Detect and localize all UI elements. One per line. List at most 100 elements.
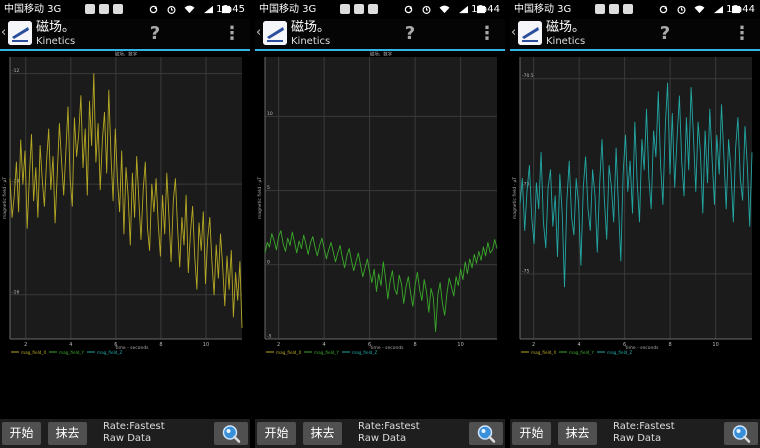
legend-label: mag_field_Y <box>314 350 340 355</box>
status-bar: 中国移动 3G 13:45 <box>0 0 250 19</box>
clock: 13:45 <box>216 4 245 15</box>
back-chevron-icon[interactable]: ‹ <box>511 26 516 39</box>
app-notification-icon <box>354 4 364 14</box>
legend-label: mag_field_Z <box>97 350 123 355</box>
bottom-bar: 开始 抹去 Rate:Fastest Raw Data <box>0 419 250 448</box>
zoom-button[interactable] <box>724 422 758 445</box>
app-subtitle: Kinetics <box>291 36 331 47</box>
app-notification-icon <box>85 4 95 14</box>
help-button[interactable]: ? <box>656 22 674 46</box>
x-tick-label: 10 <box>203 342 209 348</box>
carrier-label: 中国移动 3G <box>514 4 572 15</box>
erase-button[interactable]: 抹去 <box>558 422 597 445</box>
help-button[interactable]: ? <box>146 22 164 46</box>
status-bar: 中国移动 3G 13:44 <box>255 0 505 19</box>
x-tick-label: 4 <box>69 342 72 348</box>
magnifier-icon <box>732 425 751 443</box>
x-tick-label: 8 <box>669 342 672 348</box>
app-notification-icon <box>609 4 619 14</box>
action-bar: ‹ 磁场。 Kinetics ? ⋮ <box>510 19 760 51</box>
help-button[interactable]: ? <box>401 22 419 46</box>
legend-label: mag_field_Y <box>569 350 595 355</box>
start-button[interactable]: 开始 <box>257 422 296 445</box>
wifi-icon <box>184 5 195 13</box>
chart-area: 2 4 6 8 10 10 5 0 -5 磁场、数字 magnetic field - µT time… <box>255 51 505 358</box>
action-bar: ‹ 磁场。 Kinetics ? ⋮ <box>0 19 250 51</box>
wifi-icon <box>439 5 450 13</box>
app-title: 磁场。 <box>36 20 76 35</box>
x-tick-label: 2 <box>277 342 280 348</box>
rate-info: Rate:Fastest Raw Data <box>103 421 165 445</box>
screen-3: 中国移动 3G 13:44 ‹ 磁场。 Kinetics ? ⋮ 2 4 6 8 10-… <box>510 0 760 448</box>
y-tick-label: -12 <box>12 68 19 74</box>
rate-info: Rate:Fastest Raw Data <box>613 421 675 445</box>
y-tick-label: -75 <box>522 268 529 274</box>
rate-label: Rate:Fastest <box>613 421 675 432</box>
back-chevron-icon[interactable]: ‹ <box>256 26 261 39</box>
data-mode-label: Raw Data <box>358 433 407 444</box>
app-notification-icon <box>340 4 350 14</box>
y-tick-label: 10 <box>267 111 273 117</box>
magnifier-icon <box>477 425 496 443</box>
status-bar: 中国移动 3G 13:44 <box>510 0 760 19</box>
sync-icon <box>659 5 668 13</box>
app-logo[interactable] <box>8 21 32 45</box>
zoom-button[interactable] <box>214 422 248 445</box>
kinetics-logo-icon <box>8 21 32 45</box>
sync-icon <box>149 5 158 13</box>
bottom-bar: 开始 抹去 Rate:Fastest Raw Data <box>510 419 760 448</box>
x-tick-label: 10 <box>712 342 718 348</box>
app-notification-icon <box>368 4 378 14</box>
y-tick-label: 5 <box>267 185 270 191</box>
alarm-icon <box>677 5 686 14</box>
x-tick-label: 4 <box>578 342 581 348</box>
app-title: 磁场。 <box>291 20 331 35</box>
plot-background <box>265 57 497 339</box>
y-tick-label: -14 <box>12 179 19 185</box>
carrier-label: 中国移动 3G <box>259 4 317 15</box>
app-subtitle: Kinetics <box>36 36 76 47</box>
erase-button[interactable]: 抹去 <box>48 422 87 445</box>
legend-label: mag_field_X <box>531 350 557 355</box>
back-chevron-icon[interactable]: ‹ <box>1 26 6 39</box>
app-logo[interactable] <box>263 21 287 45</box>
action-bar: ‹ 磁场。 Kinetics ? ⋮ <box>255 19 505 51</box>
legend-label: mag_field_X <box>21 350 47 355</box>
legend-label: mag_field_Z <box>352 350 378 355</box>
overflow-menu-button[interactable]: ⋮ <box>478 22 496 46</box>
sync-icon <box>404 5 413 13</box>
alarm-icon <box>167 5 176 14</box>
start-button[interactable]: 开始 <box>2 422 41 445</box>
x-tick-label: 2 <box>24 342 27 348</box>
signal-icon <box>713 5 723 13</box>
wifi-icon <box>694 5 705 13</box>
start-button[interactable]: 开始 <box>512 422 551 445</box>
y-axis-label: magnetic field - µT <box>512 177 518 220</box>
magnetic-field-chart[interactable]: 2 4 6 8 10-12-14-16磁场、数字magnetic field - µTt… <box>0 51 250 358</box>
legend-label: mag_field_Y <box>59 350 85 355</box>
clock: 13:44 <box>471 4 500 15</box>
app-notification-icon <box>99 4 109 14</box>
y-tick-label: 0 <box>267 259 270 265</box>
app-title: 磁场。 <box>546 20 586 35</box>
x-tick-label: 4 <box>323 342 326 348</box>
zoom-button[interactable] <box>469 422 503 445</box>
carrier-label: 中国移动 3G <box>4 4 62 15</box>
magnetic-field-chart[interactable]: 2 4 6 8 10-70.5-73-75magnetic field - µTtime… <box>510 51 760 358</box>
rate-label: Rate:Fastest <box>103 421 165 432</box>
magnetic-field-chart[interactable]: 2 4 6 8 101050-5磁场、数字magnetic field - µTtime… <box>255 51 505 358</box>
erase-button[interactable]: 抹去 <box>303 422 342 445</box>
rate-info: Rate:Fastest Raw Data <box>358 421 420 445</box>
chart-area: 2 4 6 8 10 -70.5 -73 -75 magnetic field - µT time… <box>510 51 760 358</box>
y-tick-label: -70.5 <box>522 73 534 79</box>
screen-2: 中国移动 3G 13:44 ‹ 磁场。 Kinetics ? ⋮ 2 4 6 8 10 1… <box>255 0 505 448</box>
app-notification-icon <box>113 4 123 14</box>
overflow-menu-button[interactable]: ⋮ <box>733 22 751 46</box>
overflow-menu-button[interactable]: ⋮ <box>223 22 241 46</box>
app-notification-icon <box>623 4 633 14</box>
y-axis-label: magnetic field - µT <box>257 177 263 220</box>
data-mode-label: Raw Data <box>613 433 662 444</box>
x-tick-label: 10 <box>457 342 463 348</box>
app-logo[interactable] <box>518 21 542 45</box>
signal-icon <box>458 5 468 13</box>
